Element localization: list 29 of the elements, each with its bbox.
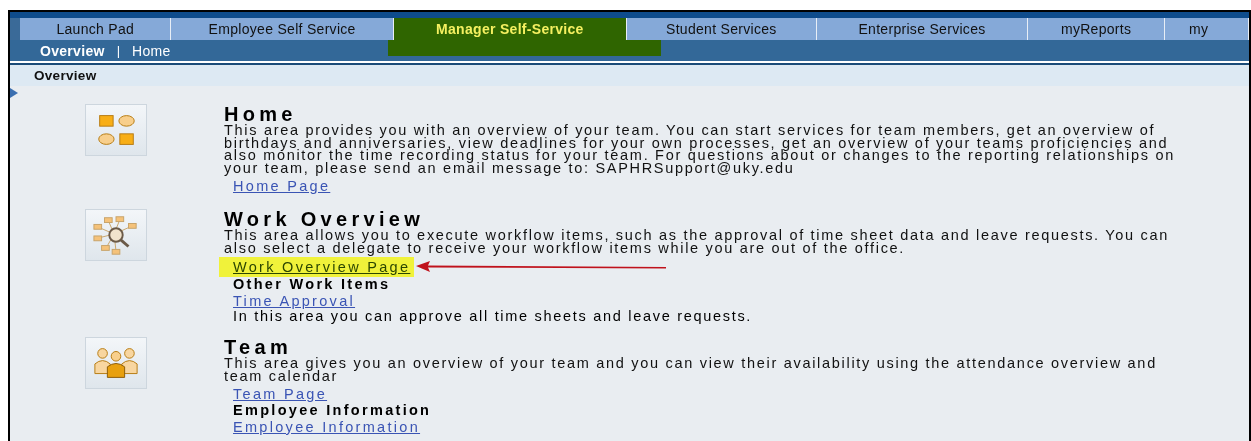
page-link[interactable]: Work Overview Page — [219, 257, 415, 277]
section-description: This area gives you an overview of your team and you can view their availability using the attendance overview and team calendar — [224, 357, 1158, 382]
item-label: Other Work Items — [233, 277, 392, 292]
page-link[interactable]: Employee Information — [233, 418, 421, 436]
shapes-icon[interactable] — [85, 104, 147, 156]
network-search-icon[interactable] — [85, 209, 147, 261]
page-link[interactable]: Team Page — [233, 385, 328, 403]
expand-icon[interactable] — [10, 88, 18, 98]
page-link[interactable]: Time Approval — [233, 292, 356, 310]
section-description: This area provides you with an overview of your team. You can start services for team members, get an overview of birthdays and anniversaries, view deadlines for your own processes, get an overview of your teams proficiencies and also monitor the time recording status for your team. For questions about or changes to the reporting relationships on your team, please send an email message to: SAPHRSupport@uky.edu — [224, 124, 1176, 174]
item-text: In this area you can approve all time sheets and leave requests. — [233, 310, 754, 323]
separator: | — [116, 43, 121, 58]
people-icon[interactable] — [85, 337, 147, 389]
nav-tab[interactable]: Launch Pad — [20, 18, 172, 40]
section-description: This area allows you to execute workflow items, such as the approval of time sheet data and leave requests. You can also select a delegate to receive your workflow items while you are out of the office. — [224, 229, 1171, 254]
nav-tab[interactable]: Manager Self-Service — [393, 18, 627, 40]
item-label: Employee Information — [233, 403, 433, 418]
nav-tab[interactable]: Employee Self Service — [171, 18, 394, 40]
subnav-link[interactable]: Home — [132, 42, 171, 59]
section-title: Team — [224, 337, 293, 357]
page-link[interactable]: Home Page — [233, 177, 331, 195]
section-title: Home — [224, 104, 298, 124]
nav-tab[interactable]: Student Services — [626, 18, 817, 40]
subnav-link[interactable]: Overview — [40, 42, 105, 59]
page-title: Overview — [34, 68, 97, 83]
nav-tab[interactable]: my — [1165, 18, 1249, 40]
nav-tab[interactable]: Enterprise Services — [816, 18, 1029, 40]
section-title: Work Overview — [224, 209, 426, 229]
nav-tab[interactable]: myReports — [1028, 18, 1165, 40]
